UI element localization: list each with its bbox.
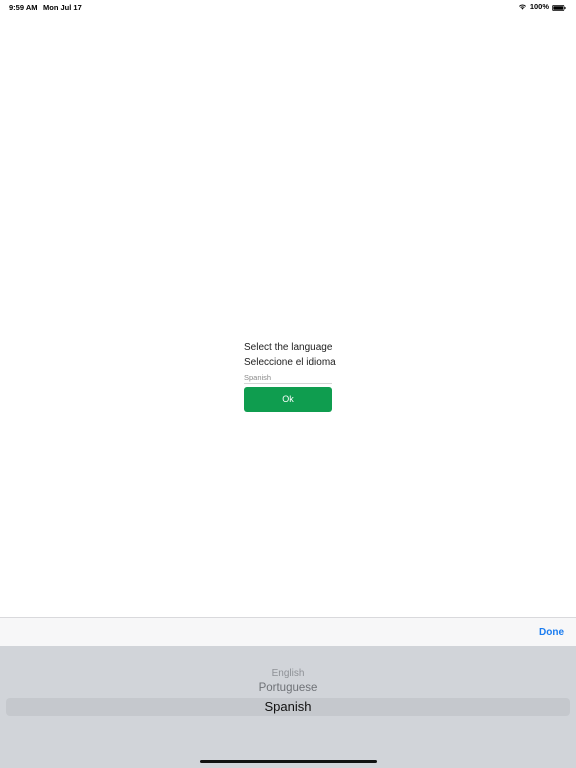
language-field[interactable]: Spanish bbox=[244, 372, 332, 384]
status-bar: 9:59 AM Mon Jul 17 100% bbox=[0, 0, 576, 14]
picker-option-english[interactable]: English bbox=[0, 668, 576, 679]
picker-option-portuguese[interactable]: Portuguese bbox=[0, 682, 576, 694]
screen: 9:59 AM Mon Jul 17 100% Select the langu… bbox=[0, 0, 576, 768]
status-date: Mon Jul 17 bbox=[43, 3, 82, 12]
status-indicators: 100% bbox=[518, 2, 566, 11]
battery-icon bbox=[552, 4, 566, 11]
language-form: Select the language Seleccione el idioma… bbox=[244, 341, 336, 412]
battery-percent: 100% bbox=[529, 2, 549, 11]
picker-option-spanish[interactable]: Spanish bbox=[0, 699, 576, 715]
home-indicator bbox=[200, 760, 377, 763]
language-picker[interactable]: English Portuguese Spanish bbox=[0, 646, 576, 768]
picker-toolbar: Done bbox=[0, 617, 576, 646]
done-button[interactable]: Done bbox=[539, 627, 564, 638]
ok-button[interactable]: Ok bbox=[244, 387, 332, 412]
status-time: 9:59 AM bbox=[9, 3, 38, 12]
title-english: Select the language bbox=[244, 342, 333, 353]
title-spanish: Seleccione el idioma bbox=[244, 357, 336, 368]
wifi-icon bbox=[518, 3, 527, 10]
